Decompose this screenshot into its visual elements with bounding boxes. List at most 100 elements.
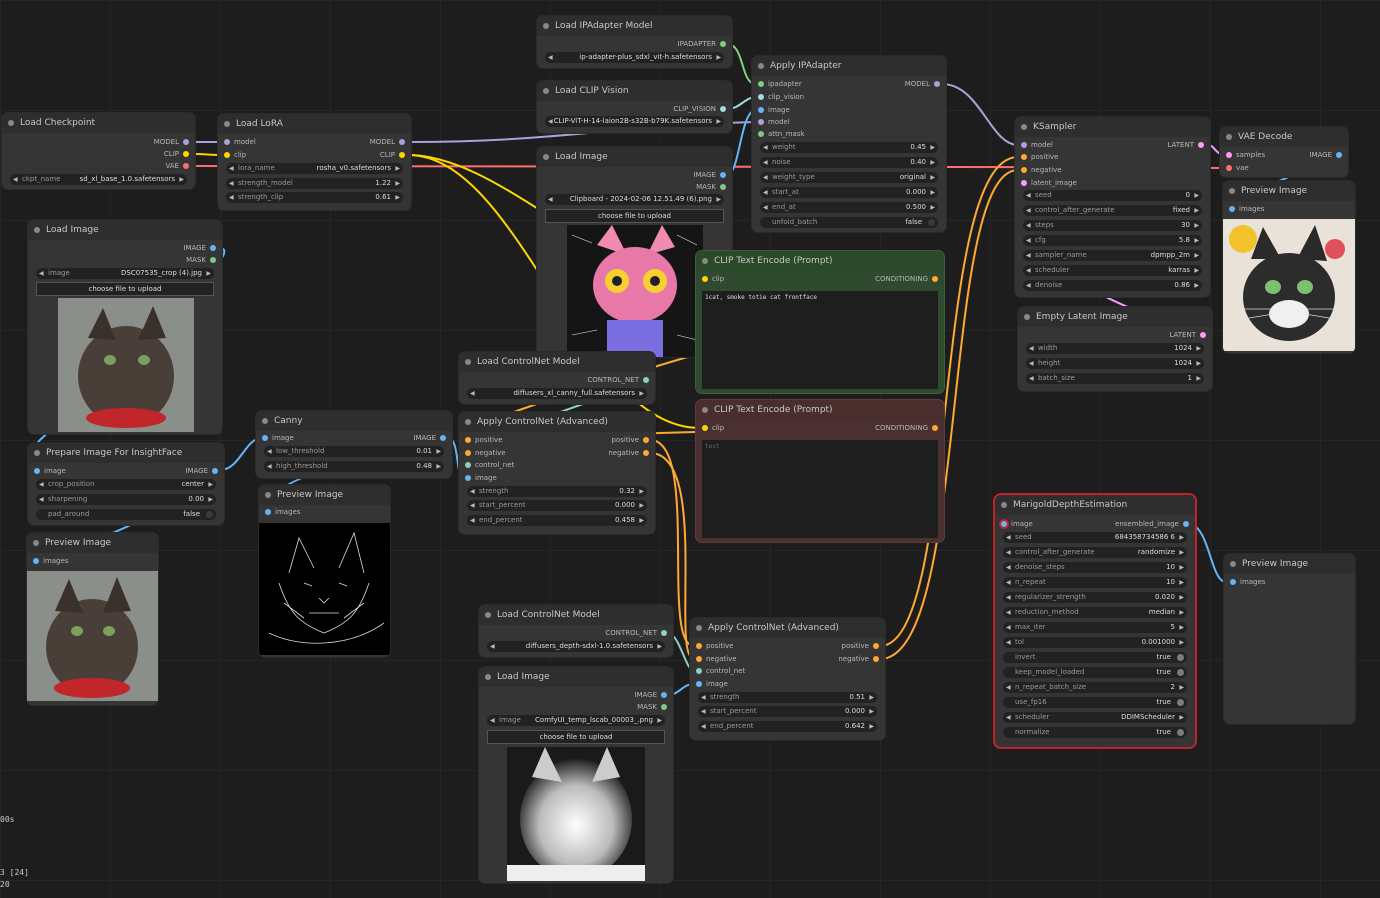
node-preview-canny[interactable]: Preview Image images xyxy=(259,485,390,657)
output-slot[interactable] xyxy=(720,184,726,190)
arrow-right-icon[interactable]: ▶ xyxy=(436,446,441,457)
arrow-right-icon[interactable]: ▶ xyxy=(208,494,213,505)
collapse-dot[interactable] xyxy=(224,121,230,127)
arrow-right-icon[interactable]: ▶ xyxy=(1196,343,1201,354)
output-slot[interactable] xyxy=(183,151,189,157)
output-slot[interactable] xyxy=(399,139,405,145)
widget-max-iter[interactable]: ◀ max_iter 5 ▶ xyxy=(1003,622,1187,633)
collapse-dot[interactable] xyxy=(543,23,549,29)
node-load-ipadapter-model[interactable]: Load IPAdapter Model IPADAPTER ◀ ip-adapt… xyxy=(537,16,732,68)
arrow-right-icon[interactable]: ▶ xyxy=(869,692,874,703)
node-clip-text-encode-positive[interactable]: CLIP Text Encode (Prompt) clip CONDITION… xyxy=(696,251,944,393)
arrow-right-icon[interactable]: ▶ xyxy=(930,187,935,198)
widget-high-threshold[interactable]: ◀ high_threshold 0.48 ▶ xyxy=(264,461,444,472)
widget-n-repeat-batch-size[interactable]: ◀ n_repeat_batch_size 2 ▶ xyxy=(1003,682,1187,693)
arrow-right-icon[interactable]: ▶ xyxy=(206,268,211,279)
output-mask[interactable]: MASK xyxy=(696,181,726,193)
collapse-dot[interactable] xyxy=(8,120,14,126)
arrow-right-icon[interactable]: ▶ xyxy=(395,192,400,203)
node-apply-controlnet-1[interactable]: Apply ControlNet (Advanced) positive neg… xyxy=(459,412,655,534)
arrow-left-icon[interactable]: ◀ xyxy=(1026,205,1031,216)
input-slot[interactable] xyxy=(1226,165,1232,171)
output-slot[interactable] xyxy=(932,276,938,282)
widget-width[interactable]: ◀ width 1024 ▶ xyxy=(1026,343,1204,354)
collapse-dot[interactable] xyxy=(1229,188,1235,194)
widget-control-net-name[interactable]: ◀ diffusers_depth-sdxl-1.0.safetensors ▶ xyxy=(487,641,665,652)
arrow-left-icon[interactable]: ◀ xyxy=(763,142,768,153)
widget-steps[interactable]: ◀ steps 30 ▶ xyxy=(1023,220,1202,231)
node-title[interactable]: Apply IPAdapter xyxy=(752,56,946,76)
input-model[interactable]: model xyxy=(758,116,790,128)
widget-control-after-generate[interactable]: ◀ control_after_generate fixed ▶ xyxy=(1023,205,1202,216)
widget-lora-name[interactable]: ◀ lora_name rosha_v0.safetensors ▶ xyxy=(226,163,403,174)
input-slot[interactable] xyxy=(702,276,708,282)
input-image[interactable]: image xyxy=(34,465,66,477)
output-clip[interactable]: CLIP xyxy=(164,148,189,160)
input-image[interactable]: image xyxy=(696,678,728,690)
arrow-right-icon[interactable]: ▶ xyxy=(639,515,644,526)
input-negative[interactable]: negative xyxy=(465,447,506,459)
node-title[interactable]: Load ControlNet Model xyxy=(479,605,673,625)
input-slot[interactable] xyxy=(33,558,39,564)
node-preview-image-1[interactable]: Preview Image images xyxy=(27,533,158,705)
input-slot[interactable] xyxy=(224,139,230,145)
arrow-right-icon[interactable]: ▶ xyxy=(1196,358,1201,369)
arrow-right-icon[interactable]: ▶ xyxy=(716,116,721,127)
input-slot[interactable] xyxy=(262,435,268,441)
arrow-left-icon[interactable]: ◀ xyxy=(1026,235,1031,246)
widget-weight[interactable]: ◀ weight 0.45 ▶ xyxy=(760,142,938,153)
input-slot[interactable] xyxy=(758,119,764,125)
widget-control-net-name[interactable]: ◀ diffusers_xl_canny_full.safetensors ▶ xyxy=(467,388,647,399)
collapse-dot[interactable] xyxy=(33,540,39,546)
widget-scheduler[interactable]: ◀ scheduler karras ▶ xyxy=(1023,265,1202,276)
widget-start-at[interactable]: ◀ start_at 0.000 ▶ xyxy=(760,187,938,198)
input-slot[interactable] xyxy=(465,475,471,481)
arrow-left-icon[interactable]: ◀ xyxy=(1006,562,1011,573)
upload-button[interactable]: choose file to upload xyxy=(36,282,214,296)
collapse-dot[interactable] xyxy=(1226,134,1232,140)
collapse-dot[interactable] xyxy=(1001,502,1007,508)
node-title[interactable]: KSampler xyxy=(1015,117,1210,137)
widget-start-percent[interactable]: ◀ start_percent 0.000 ▶ xyxy=(467,500,647,511)
arrow-right-icon[interactable]: ▶ xyxy=(1194,220,1199,231)
widget-invert[interactable]: invert true xyxy=(1003,652,1187,663)
widget-denoise[interactable]: ◀ denoise 0.86 ▶ xyxy=(1023,280,1202,291)
arrow-right-icon[interactable]: ▶ xyxy=(1196,373,1201,384)
input-slot[interactable] xyxy=(758,131,764,137)
output-slot[interactable] xyxy=(643,437,649,443)
widget-end-percent[interactable]: ◀ end_percent 0.642 ▶ xyxy=(698,721,877,732)
widget-strength-model[interactable]: ◀ strength_model 1.22 ▶ xyxy=(226,178,403,189)
input-images[interactable]: images xyxy=(33,555,68,567)
arrow-left-icon[interactable]: ◀ xyxy=(1006,682,1011,693)
output-slot[interactable] xyxy=(643,450,649,456)
widget-cfg[interactable]: ◀ cfg 5.8 ▶ xyxy=(1023,235,1202,246)
output-slot[interactable] xyxy=(183,139,189,145)
output-control-net[interactable]: CONTROL_NET xyxy=(605,627,667,639)
node-load-image-3[interactable]: Load Image IMAGE MASK ◀ image ComfyUI_temp… xyxy=(479,667,673,883)
input-slot[interactable] xyxy=(265,509,271,515)
output-ipadapter[interactable]: IPADAPTER xyxy=(678,38,726,50)
arrow-right-icon[interactable]: ▶ xyxy=(869,706,874,717)
output-slot[interactable] xyxy=(661,630,667,636)
input-slot[interactable] xyxy=(1229,206,1235,212)
arrow-left-icon[interactable]: ◀ xyxy=(229,178,234,189)
widget-normalize[interactable]: normalize true xyxy=(1003,727,1187,738)
widget-control-after-generate[interactable]: ◀ control_after_generate randomize ▶ xyxy=(1003,547,1187,558)
output-slot[interactable] xyxy=(873,656,879,662)
widget-image[interactable]: ◀ Clipboard - 2024-02-06 12.51.49 (6).png… xyxy=(545,194,724,205)
arrow-left-icon[interactable]: ◀ xyxy=(1026,220,1031,231)
arrow-right-icon[interactable]: ▶ xyxy=(179,174,184,185)
arrow-right-icon[interactable]: ▶ xyxy=(1179,577,1184,588)
widget-tol[interactable]: ◀ tol 0.001000 ▶ xyxy=(1003,637,1187,648)
output-positive[interactable]: positive xyxy=(842,640,879,652)
input-ipadapter[interactable]: ipadapter xyxy=(758,78,802,90)
input-model[interactable]: model xyxy=(224,136,256,148)
output-image[interactable]: IMAGE xyxy=(693,169,726,181)
arrow-right-icon[interactable]: ▶ xyxy=(208,479,213,490)
output-positive[interactable]: positive xyxy=(612,434,649,446)
input-slot[interactable] xyxy=(465,437,471,443)
widget-denoise-steps[interactable]: ◀ denoise_steps 10 ▶ xyxy=(1003,562,1187,573)
collapse-dot[interactable] xyxy=(1021,124,1027,130)
arrow-left-icon[interactable]: ◀ xyxy=(470,515,475,526)
output-model[interactable]: MODEL xyxy=(370,136,405,148)
